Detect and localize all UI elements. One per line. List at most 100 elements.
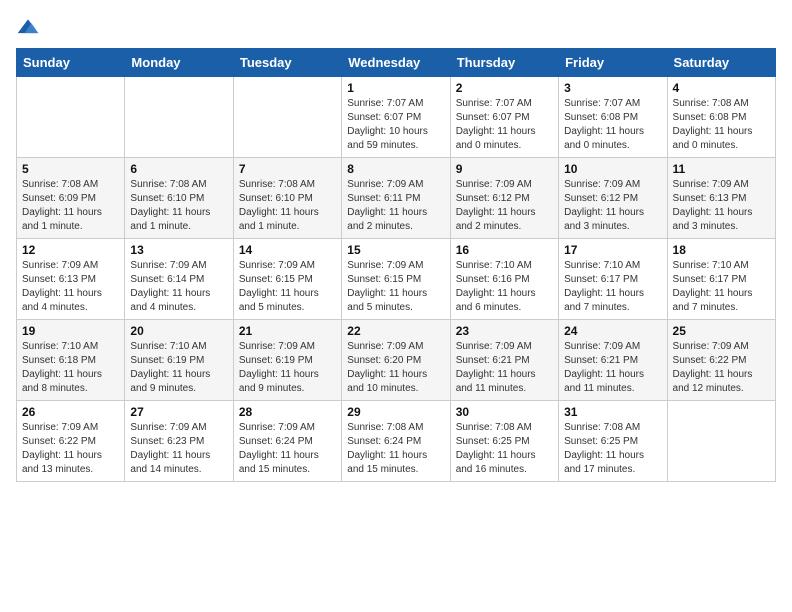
day-info: Sunrise: 7:09 AM Sunset: 6:22 PM Dayligh…: [22, 421, 119, 477]
day-number: 16: [456, 243, 553, 257]
day-info: Sunrise: 7:08 AM Sunset: 6:25 PM Dayligh…: [456, 421, 553, 477]
day-cell: 31Sunrise: 7:08 AM Sunset: 6:25 PM Dayli…: [559, 401, 667, 482]
day-cell: 4 Sunrise: 7:08 AM Sunset: 6:08 PM Daylig…: [667, 77, 775, 158]
day-info: Sunrise: 7:09 AM Sunset: 6:22 PM Dayligh…: [673, 340, 770, 396]
day-info: Sunrise: 7:09 AM Sunset: 6:12 PM Dayligh…: [456, 178, 553, 234]
day-number: 10: [564, 162, 661, 176]
weekday-header-monday: Monday: [125, 49, 233, 77]
day-number: 12: [22, 243, 119, 257]
day-number: 25: [673, 324, 770, 338]
weekday-header-tuesday: Tuesday: [233, 49, 341, 77]
day-cell: 24Sunrise: 7:09 AM Sunset: 6:21 PM Dayli…: [559, 320, 667, 401]
day-number: 30: [456, 405, 553, 419]
weekday-header-friday: Friday: [559, 49, 667, 77]
day-cell: [125, 77, 233, 158]
day-cell: 15 Sunrise: 7:09 AM Sunset: 6:15 PM Dayli…: [342, 239, 450, 320]
day-cell: 3Sunrise: 7:07 AM Sunset: 6:08 PM Daylig…: [559, 77, 667, 158]
day-cell: 10 Sunrise: 7:09 AM Sunset: 6:12 PM Dayli…: [559, 158, 667, 239]
day-cell: 8 Sunrise: 7:09 AM Sunset: 6:11 PM Daylig…: [342, 158, 450, 239]
day-info: Sunrise: 7:10 AM Sunset: 6:18 PM Dayligh…: [22, 340, 119, 396]
day-number: 18: [673, 243, 770, 257]
day-number: 9: [456, 162, 553, 176]
day-number: 15: [347, 243, 444, 257]
day-info: Sunrise: 7:09 AM Sunset: 6:15 PM Dayligh…: [239, 259, 336, 315]
day-number: 28: [239, 405, 336, 419]
day-number: 31: [564, 405, 661, 419]
day-number: 4: [673, 81, 770, 95]
day-cell: 6 Sunrise: 7:08 AM Sunset: 6:10 PM Daylig…: [125, 158, 233, 239]
calendar-table: SundayMondayTuesdayWednesdayThursdayFrid…: [16, 48, 776, 482]
day-cell: 18 Sunrise: 7:10 AM Sunset: 6:17 PM Dayli…: [667, 239, 775, 320]
week-row-4: 19 Sunrise: 7:10 AM Sunset: 6:18 PM Dayli…: [17, 320, 776, 401]
day-cell: 29 Sunrise: 7:08 AM Sunset: 6:24 PM Dayli…: [342, 401, 450, 482]
day-cell: 17Sunrise: 7:10 AM Sunset: 6:17 PM Dayli…: [559, 239, 667, 320]
day-cell: 7 Sunrise: 7:08 AM Sunset: 6:10 PM Daylig…: [233, 158, 341, 239]
logo-icon: [16, 16, 40, 40]
day-info: Sunrise: 7:09 AM Sunset: 6:13 PM Dayligh…: [22, 259, 119, 315]
day-info: Sunrise: 7:10 AM Sunset: 6:17 PM Dayligh…: [673, 259, 770, 315]
day-info: Sunrise: 7:08 AM Sunset: 6:24 PM Dayligh…: [347, 421, 444, 477]
day-number: 29: [347, 405, 444, 419]
day-info: Sunrise: 7:10 AM Sunset: 6:16 PM Dayligh…: [456, 259, 553, 315]
day-cell: 9 Sunrise: 7:09 AM Sunset: 6:12 PM Daylig…: [450, 158, 558, 239]
day-info: Sunrise: 7:08 AM Sunset: 6:09 PM Dayligh…: [22, 178, 119, 234]
day-number: 1: [347, 81, 444, 95]
day-cell: 1 Sunrise: 7:07 AM Sunset: 6:07 PM Daylig…: [342, 77, 450, 158]
day-cell: [667, 401, 775, 482]
day-number: 27: [130, 405, 227, 419]
day-cell: [233, 77, 341, 158]
day-cell: 21 Sunrise: 7:09 AM Sunset: 6:19 PM Dayli…: [233, 320, 341, 401]
day-cell: 11 Sunrise: 7:09 AM Sunset: 6:13 PM Dayli…: [667, 158, 775, 239]
day-number: 7: [239, 162, 336, 176]
day-info: Sunrise: 7:09 AM Sunset: 6:11 PM Dayligh…: [347, 178, 444, 234]
day-number: 11: [673, 162, 770, 176]
day-cell: 5 Sunrise: 7:08 AM Sunset: 6:09 PM Daylig…: [17, 158, 125, 239]
day-number: 24: [564, 324, 661, 338]
day-info: Sunrise: 7:09 AM Sunset: 6:20 PM Dayligh…: [347, 340, 444, 396]
day-number: 23: [456, 324, 553, 338]
day-cell: 2Sunrise: 7:07 AM Sunset: 6:07 PM Daylig…: [450, 77, 558, 158]
week-row-1: 1 Sunrise: 7:07 AM Sunset: 6:07 PM Daylig…: [17, 77, 776, 158]
day-number: 26: [22, 405, 119, 419]
day-info: Sunrise: 7:08 AM Sunset: 6:10 PM Dayligh…: [239, 178, 336, 234]
day-cell: 16 Sunrise: 7:10 AM Sunset: 6:16 PM Dayli…: [450, 239, 558, 320]
day-info: Sunrise: 7:09 AM Sunset: 6:23 PM Dayligh…: [130, 421, 227, 477]
day-number: 20: [130, 324, 227, 338]
day-number: 21: [239, 324, 336, 338]
day-info: Sunrise: 7:10 AM Sunset: 6:17 PM Dayligh…: [564, 259, 661, 315]
day-cell: 23 Sunrise: 7:09 AM Sunset: 6:21 PM Dayli…: [450, 320, 558, 401]
day-number: 8: [347, 162, 444, 176]
day-cell: 19 Sunrise: 7:10 AM Sunset: 6:18 PM Dayli…: [17, 320, 125, 401]
day-info: Sunrise: 7:09 AM Sunset: 6:21 PM Dayligh…: [456, 340, 553, 396]
day-cell: 20Sunrise: 7:10 AM Sunset: 6:19 PM Dayli…: [125, 320, 233, 401]
day-info: Sunrise: 7:08 AM Sunset: 6:08 PM Dayligh…: [673, 97, 770, 153]
day-cell: 30 Sunrise: 7:08 AM Sunset: 6:25 PM Dayli…: [450, 401, 558, 482]
day-number: 2: [456, 81, 553, 95]
day-cell: 12 Sunrise: 7:09 AM Sunset: 6:13 PM Dayli…: [17, 239, 125, 320]
day-number: 3: [564, 81, 661, 95]
day-cell: 26 Sunrise: 7:09 AM Sunset: 6:22 PM Dayli…: [17, 401, 125, 482]
weekday-header-sunday: Sunday: [17, 49, 125, 77]
day-cell: 13Sunrise: 7:09 AM Sunset: 6:14 PM Dayli…: [125, 239, 233, 320]
day-cell: 14 Sunrise: 7:09 AM Sunset: 6:15 PM Dayli…: [233, 239, 341, 320]
week-row-2: 5 Sunrise: 7:08 AM Sunset: 6:09 PM Daylig…: [17, 158, 776, 239]
day-info: Sunrise: 7:09 AM Sunset: 6:12 PM Dayligh…: [564, 178, 661, 234]
page-header: [16, 16, 776, 40]
day-info: Sunrise: 7:09 AM Sunset: 6:24 PM Dayligh…: [239, 421, 336, 477]
day-info: Sunrise: 7:08 AM Sunset: 6:10 PM Dayligh…: [130, 178, 227, 234]
day-info: Sunrise: 7:09 AM Sunset: 6:13 PM Dayligh…: [673, 178, 770, 234]
day-number: 6: [130, 162, 227, 176]
day-cell: 22Sunrise: 7:09 AM Sunset: 6:20 PM Dayli…: [342, 320, 450, 401]
week-row-5: 26 Sunrise: 7:09 AM Sunset: 6:22 PM Dayli…: [17, 401, 776, 482]
day-number: 19: [22, 324, 119, 338]
day-info: Sunrise: 7:07 AM Sunset: 6:07 PM Dayligh…: [347, 97, 444, 153]
day-cell: [17, 77, 125, 158]
weekday-header-thursday: Thursday: [450, 49, 558, 77]
weekday-header-saturday: Saturday: [667, 49, 775, 77]
weekday-header-row: SundayMondayTuesdayWednesdayThursdayFrid…: [17, 49, 776, 77]
day-number: 5: [22, 162, 119, 176]
logo: [16, 16, 44, 40]
day-number: 14: [239, 243, 336, 257]
day-info: Sunrise: 7:09 AM Sunset: 6:19 PM Dayligh…: [239, 340, 336, 396]
day-info: Sunrise: 7:09 AM Sunset: 6:15 PM Dayligh…: [347, 259, 444, 315]
